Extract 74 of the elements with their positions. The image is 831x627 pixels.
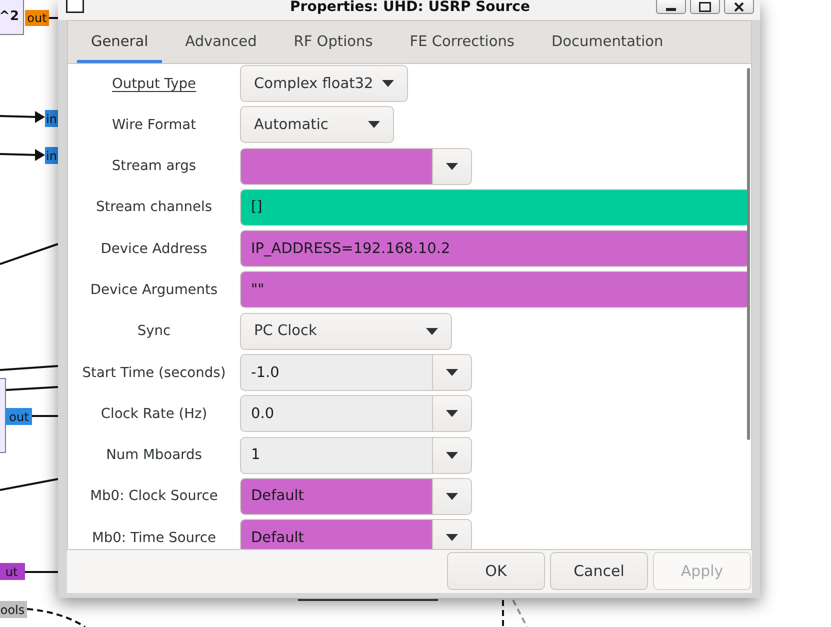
connection-line xyxy=(0,365,58,371)
connection-line xyxy=(0,243,58,265)
connection-arrow xyxy=(0,111,45,123)
close-button[interactable] xyxy=(724,0,754,14)
caret-icon xyxy=(382,80,394,87)
connection-line xyxy=(25,571,58,573)
cancel-button[interactable]: Cancel xyxy=(550,552,648,590)
field-label: Wire Format xyxy=(112,116,196,133)
connection-line xyxy=(0,478,58,491)
field-label: Start Time (seconds) xyxy=(82,364,226,381)
maximize-icon xyxy=(699,2,711,12)
dropdown-button[interactable] xyxy=(432,436,472,474)
port-tab[interactable]: out xyxy=(6,408,32,425)
block-node: ^2 xyxy=(0,0,24,35)
dashed-connection-line xyxy=(26,608,86,627)
port-tab[interactable]: in xyxy=(45,110,58,127)
caret-icon xyxy=(368,121,380,128)
field-label: Clock Rate (Hz) xyxy=(100,406,208,422)
port-tab[interactable]: ut xyxy=(0,563,25,580)
window-icon xyxy=(66,0,84,13)
caret-icon xyxy=(446,492,458,500)
connection-line xyxy=(32,415,58,417)
caret-icon xyxy=(446,452,458,459)
dropdown-button[interactable]: PC Clock xyxy=(240,312,452,350)
dropdown-button[interactable] xyxy=(432,395,472,432)
dropdown-button[interactable] xyxy=(432,519,472,549)
ok-button[interactable]: OK xyxy=(447,552,545,590)
caret-icon xyxy=(426,328,438,335)
minimize-button[interactable] xyxy=(656,0,686,14)
field-label: Output Type xyxy=(112,76,196,92)
dashed-connection-line xyxy=(502,600,504,627)
maximize-button[interactable] xyxy=(690,0,720,14)
input-field[interactable]: Default xyxy=(240,519,432,549)
close-icon xyxy=(734,2,744,12)
tab[interactable]: Advanced xyxy=(171,21,271,63)
caret-icon xyxy=(446,369,458,376)
dropdown-button[interactable]: Automatic xyxy=(240,106,394,144)
dropdown-button[interactable]: Complex float32 xyxy=(240,65,408,102)
connection-line xyxy=(6,386,58,391)
port-tab[interactable]: in xyxy=(45,147,58,164)
caret-icon xyxy=(446,162,458,170)
input-field[interactable] xyxy=(240,148,432,185)
dropdown-button[interactable] xyxy=(432,478,472,515)
field-label: Stream args xyxy=(112,158,196,174)
caret-icon xyxy=(446,534,458,542)
input-field[interactable]: "" xyxy=(240,271,750,308)
minimize-icon xyxy=(666,8,676,11)
input-field[interactable]: -1.0 xyxy=(240,354,432,392)
field-label: Device Address xyxy=(100,240,208,257)
input-field[interactable]: [] xyxy=(240,188,750,226)
field-label: Mb0: Time Source xyxy=(92,530,216,546)
connection-line xyxy=(49,17,58,19)
field-label: Sync xyxy=(137,323,171,340)
tab[interactable]: Documentation xyxy=(537,21,678,63)
caret-icon xyxy=(446,410,458,418)
window-title: Properties: UHD: USRP Source xyxy=(290,0,530,15)
dashed-connection-line xyxy=(512,600,528,627)
dropdown-button[interactable] xyxy=(432,354,472,392)
field-label: Num Mboards xyxy=(106,447,202,464)
port-tab[interactable]: ools xyxy=(0,601,27,618)
port-tab[interactable]: out xyxy=(25,10,49,26)
connection-arrow xyxy=(0,149,45,161)
dropdown-button[interactable] xyxy=(432,148,472,185)
field-label: Device Arguments xyxy=(90,282,218,298)
input-field[interactable]: IP_ADDRESS=192.168.10.2 xyxy=(240,230,750,268)
tab[interactable]: RF Options xyxy=(280,21,387,63)
input-field[interactable]: 0.0 xyxy=(240,395,432,432)
input-field[interactable]: 1 xyxy=(240,436,432,474)
tab[interactable]: FE Corrections xyxy=(396,21,528,63)
scrollbar[interactable] xyxy=(747,68,750,440)
tab[interactable]: General xyxy=(77,21,162,63)
input-field[interactable]: Default xyxy=(240,478,432,515)
field-label: Stream channels xyxy=(96,199,212,216)
field-label: Mb0: Clock Source xyxy=(90,488,218,504)
